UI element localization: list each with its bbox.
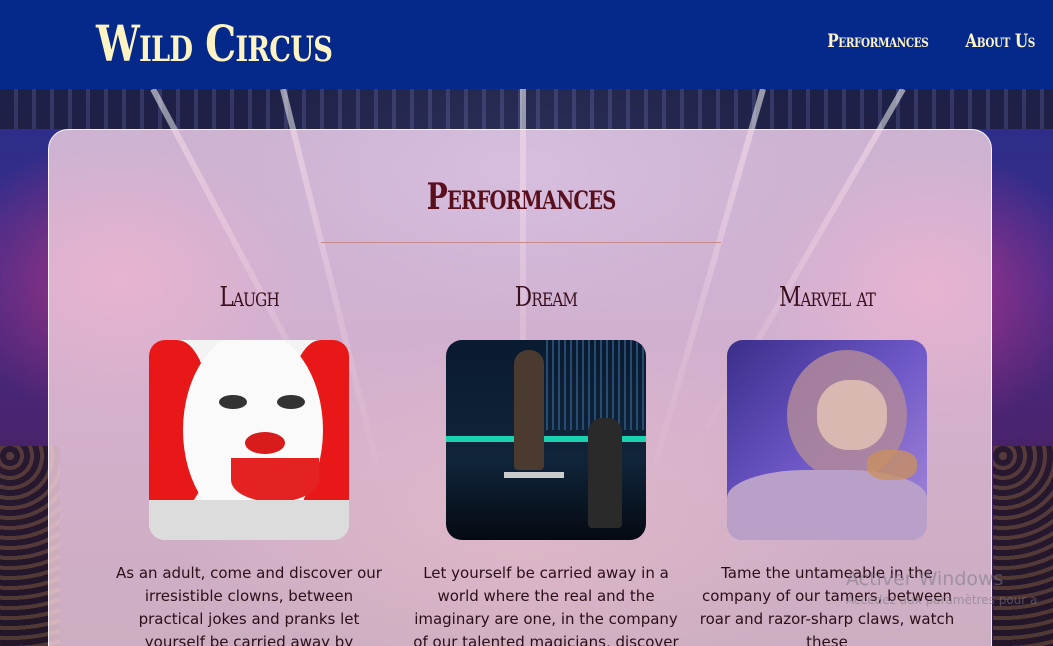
card-description: Let yourself be carried away in a world … [413, 564, 679, 646]
performance-card-laugh: Laugh As an adult, come and discover our… [109, 282, 389, 646]
card-heading: Marvel at [778, 282, 876, 313]
nav-link-performances[interactable]: Performances [827, 30, 929, 52]
magician-photo [446, 340, 646, 540]
card-heading: Dream [514, 282, 578, 313]
card-heading: Laugh [219, 282, 279, 313]
watermark-subtitle: Accédez aux paramètres pour a [846, 593, 1038, 607]
site-logo[interactable]: Wild Circus [96, 14, 333, 73]
performance-card-dream: Dream Let yourself be carried away in a … [406, 282, 686, 646]
main-nav: Performances About Us [802, 30, 1035, 52]
audience [993, 446, 1053, 646]
card-description: As an adult, come and discover our irres… [116, 564, 382, 646]
windows-activation-watermark: Activer Windows Accédez aux paramètres p… [846, 568, 1037, 607]
clown-photo [149, 340, 349, 540]
page-title: Performances [426, 176, 617, 218]
site-header: Wild Circus Performances About Us [0, 0, 1053, 89]
watermark-title: Activer Windows [846, 568, 1004, 590]
lion-tamer-photo [727, 340, 927, 540]
nav-link-about-us[interactable]: About Us [965, 30, 1035, 52]
title-divider [321, 242, 721, 243]
